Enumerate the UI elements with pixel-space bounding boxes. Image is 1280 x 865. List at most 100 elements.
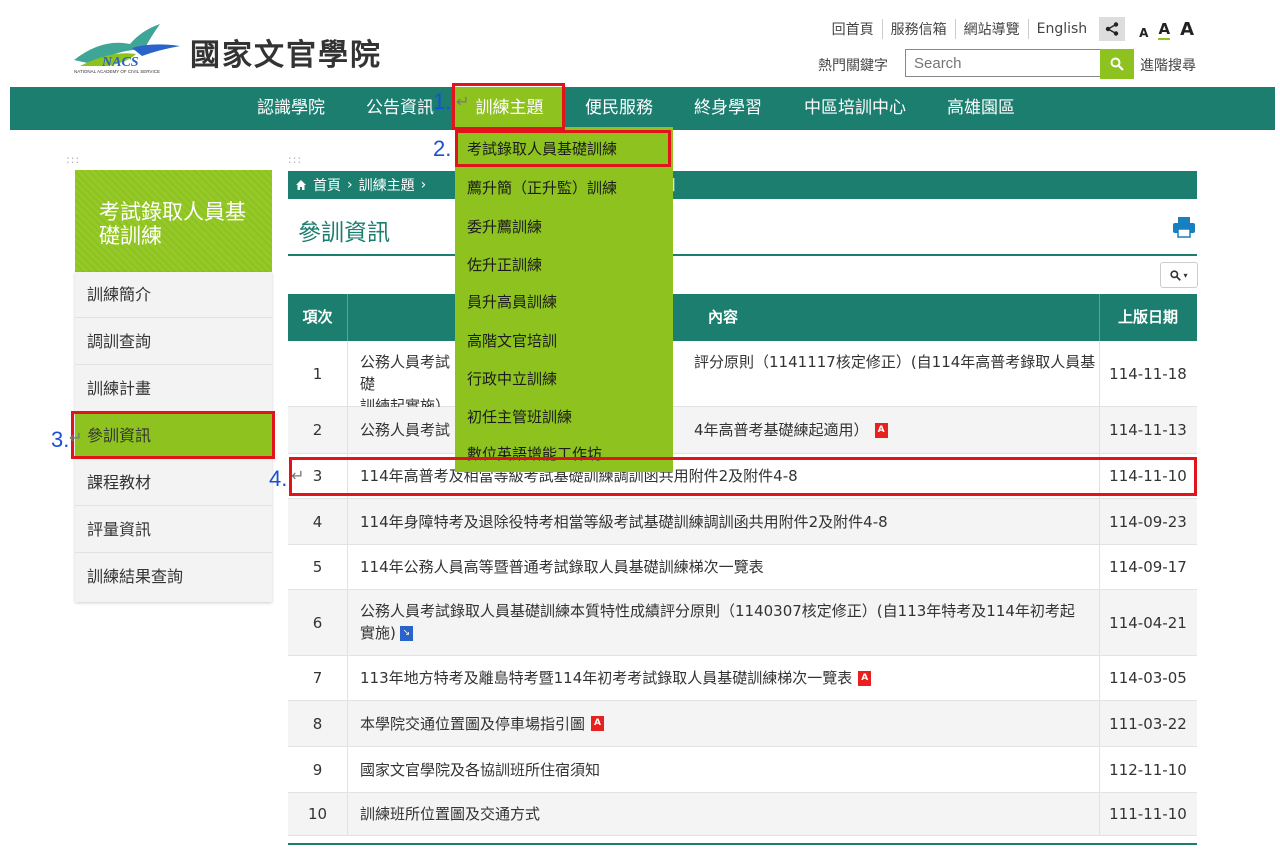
table-row: 4 114年身障特考及退除役特考相當等級考試基礎訓練調訓函共用附件2及附件4-8… bbox=[288, 499, 1197, 545]
english-link[interactable]: English bbox=[1029, 21, 1096, 37]
sidebar-title: 考試錄取人員基礎訓練 bbox=[99, 200, 246, 248]
dropdown-item-new-supervisor[interactable]: 初任主管班訓練 bbox=[467, 406, 572, 427]
row-date: 114-09-17 bbox=[1109, 558, 1187, 576]
table-row: 2 公務人員考試 4年高普考基礎練起適用） A 114-11-13 bbox=[288, 407, 1197, 454]
sitemap-link[interactable]: 網站導覽 bbox=[956, 19, 1029, 39]
nav-about[interactable]: 認識學院 bbox=[257, 87, 325, 130]
page-title: 參訓資訊 bbox=[298, 220, 390, 246]
breadcrumb-separator: › bbox=[347, 177, 353, 193]
table-bottom-divider bbox=[288, 843, 1197, 845]
nav-announcements[interactable]: 公告資訊 bbox=[366, 87, 434, 130]
training-topics-dropdown: 考試錄取人員基礎訓練 薦升簡（正升監）訓練 委升薦訓練 佐升正訓練 員升高員訓練… bbox=[455, 127, 673, 472]
row-date: 111-03-22 bbox=[1109, 714, 1187, 733]
row-number: 6 bbox=[312, 613, 323, 632]
row-text: 113年地方特考及離島特考暨114年初考考試錄取人員基礎訓練梯次一覽表 bbox=[360, 669, 853, 687]
sidebar-item-materials[interactable]: 課程教材 bbox=[75, 460, 272, 506]
advanced-search-link[interactable]: 進階搜尋 bbox=[1140, 55, 1196, 75]
print-icon[interactable] bbox=[1172, 216, 1196, 238]
table-row: 7 113年地方特考及離島特考暨114年初考考試錄取人員基礎訓練梯次一覽表 A 1… bbox=[288, 656, 1197, 701]
home-icon bbox=[296, 180, 306, 190]
font-size-switcher: A A A bbox=[1139, 19, 1194, 40]
row-link[interactable]: 113年地方特考及離島特考暨114年初考考試錄取人員基礎訓練梯次一覽表 A bbox=[360, 656, 1100, 700]
font-size-large[interactable]: A bbox=[1180, 19, 1194, 40]
table-row: 10 訓練班所位置圖及交通方式 111-11-10 bbox=[288, 793, 1197, 836]
home-link[interactable]: 回首頁 bbox=[824, 19, 883, 39]
main-nav: 認識學院 公告資訊 訓練主題 便民服務 終身學習 中區培訓中心 高雄園區 bbox=[10, 87, 1275, 130]
row-text: 公務人員考試錄取人員基礎訓練本質特性成績評分原則（1140307核定修正）(自1… bbox=[360, 602, 1075, 620]
top-links: 回首頁 服務信箱 網站導覽 English A A A bbox=[824, 17, 1194, 41]
return-arrow-icon: ↵ bbox=[291, 466, 305, 485]
sidebar-item-query[interactable]: 調訓查詢 bbox=[75, 319, 272, 365]
dropdown-item-assistant-promotion[interactable]: 佐升正訓練 bbox=[467, 254, 542, 275]
search-icon bbox=[1110, 57, 1124, 71]
row-date: 112-11-10 bbox=[1109, 760, 1187, 779]
header-date: 上版日期 bbox=[1117, 308, 1178, 326]
sidebar-dots: ::: bbox=[66, 153, 81, 166]
hot-keywords-link[interactable]: 熱門關鍵字 bbox=[818, 55, 888, 75]
pdf-icon[interactable]: A bbox=[858, 670, 872, 686]
return-arrow-icon: ↵ bbox=[69, 428, 83, 447]
font-size-small[interactable]: A bbox=[1139, 26, 1148, 40]
dropdown-item-neutrality[interactable]: 行政中立訓練 bbox=[467, 368, 557, 389]
row-link[interactable]: 公務人員考試錄取人員基礎訓練本質特性成績評分原則（1140307核定修正）(自1… bbox=[360, 590, 1100, 655]
row-date: 114-03-05 bbox=[1109, 669, 1187, 687]
nav-services[interactable]: 便民服務 bbox=[585, 87, 653, 130]
breadcrumb-training[interactable]: 訓練主題 bbox=[359, 175, 415, 195]
row-number: 4 bbox=[312, 512, 323, 531]
dropdown-item-junior-promotion[interactable]: 委升薦訓練 bbox=[467, 216, 542, 237]
column-divider bbox=[347, 747, 348, 792]
highlight-box-sidebar bbox=[71, 411, 275, 459]
search-button[interactable] bbox=[1100, 49, 1134, 79]
highlight-box-row bbox=[289, 457, 1197, 496]
row-text-line2: 實施) bbox=[360, 624, 396, 642]
sidebar-header: 考試錄取人員基礎訓練 bbox=[75, 170, 272, 272]
row-link[interactable]: 114年身障特考及退除役特考相當等級考試基礎訓練調訓函共用附件2及附件4-8 bbox=[360, 499, 1100, 544]
column-divider bbox=[347, 407, 348, 453]
row-number: 10 bbox=[307, 805, 328, 823]
row-number: 2 bbox=[312, 421, 323, 439]
table-search-toggle[interactable]: ▾ bbox=[1160, 262, 1198, 288]
nav-kaohsiung[interactable]: 高雄園區 bbox=[947, 87, 1015, 130]
annotation-4: 4. bbox=[269, 466, 288, 491]
search-input[interactable] bbox=[905, 49, 1105, 77]
table-row: 6 公務人員考試錄取人員基礎訓練本質特性成績評分原則（1140307核定修正）(… bbox=[288, 590, 1197, 656]
table-row: 5 114年公務人員高等暨普通考試錄取人員基礎訓練梯次一覽表 114-09-17 bbox=[288, 545, 1197, 590]
table-row: 9 國家文官學院及各協訓班所住宿須知 112-11-10 bbox=[288, 747, 1197, 793]
share-button[interactable] bbox=[1099, 17, 1126, 41]
row-number: 8 bbox=[312, 714, 323, 733]
dropdown-item-senior-promotion[interactable]: 薦升簡（正升監）訓練 bbox=[467, 177, 617, 198]
site-logo[interactable]: NACS NATIONAL ACADEMY OF CIVIL SERVICE 國… bbox=[72, 20, 402, 76]
column-divider bbox=[347, 341, 348, 406]
row-link[interactable]: 國家文官學院及各協訓班所住宿須知 bbox=[360, 747, 1100, 792]
annotation-3: 3. bbox=[51, 427, 70, 452]
row-number: 5 bbox=[312, 558, 323, 576]
dropdown-item-senior-executive[interactable]: 高階文官培訓 bbox=[467, 330, 557, 351]
pdf-icon[interactable]: A bbox=[591, 716, 605, 731]
sidebar-item-assessment[interactable]: 評量資訊 bbox=[75, 507, 272, 553]
nav-central-center[interactable]: 中區培訓中心 bbox=[804, 87, 906, 130]
mailbox-link[interactable]: 服務信箱 bbox=[883, 19, 956, 39]
font-size-medium[interactable]: A bbox=[1158, 20, 1171, 40]
breadcrumb-separator: › bbox=[420, 177, 427, 193]
table-header: 項次 內容 上版日期 bbox=[288, 294, 1197, 341]
pdf-icon[interactable]: A bbox=[874, 422, 888, 438]
breadcrumb-home[interactable]: 首頁 bbox=[313, 175, 341, 195]
sidebar-item-intro[interactable]: 訓練簡介 bbox=[75, 272, 272, 318]
row-number: 7 bbox=[312, 669, 323, 687]
row-link[interactable]: 訓練班所位置圖及交通方式 bbox=[360, 793, 1100, 835]
row-link[interactable]: 114年公務人員高等暨普通考試錄取人員基礎訓練梯次一覽表 bbox=[360, 545, 1100, 589]
document-icon[interactable]: ↘ bbox=[399, 626, 413, 641]
sidebar-item-results[interactable]: 訓練結果查詢 bbox=[75, 554, 272, 600]
nav-lifelong-learning[interactable]: 終身學習 bbox=[694, 87, 762, 130]
row-text: 公務人員考試 bbox=[360, 353, 451, 371]
table-row: 8 本學院交通位置圖及停車場指引圖 A 111-03-22 bbox=[288, 701, 1197, 747]
row-date: 114-09-23 bbox=[1109, 512, 1187, 531]
column-divider bbox=[347, 590, 348, 655]
row-number: 9 bbox=[312, 760, 323, 779]
row-date: 111-11-10 bbox=[1109, 805, 1187, 823]
annotation-1: 1. bbox=[433, 89, 452, 114]
row-link[interactable]: 本學院交通位置圖及停車場指引圖 A bbox=[360, 701, 1100, 746]
dropdown-item-staff-promotion[interactable]: 員升高員訓練 bbox=[467, 291, 557, 312]
content-dots: ::: bbox=[288, 153, 303, 166]
sidebar-item-plan[interactable]: 訓練計畫 bbox=[75, 366, 272, 412]
